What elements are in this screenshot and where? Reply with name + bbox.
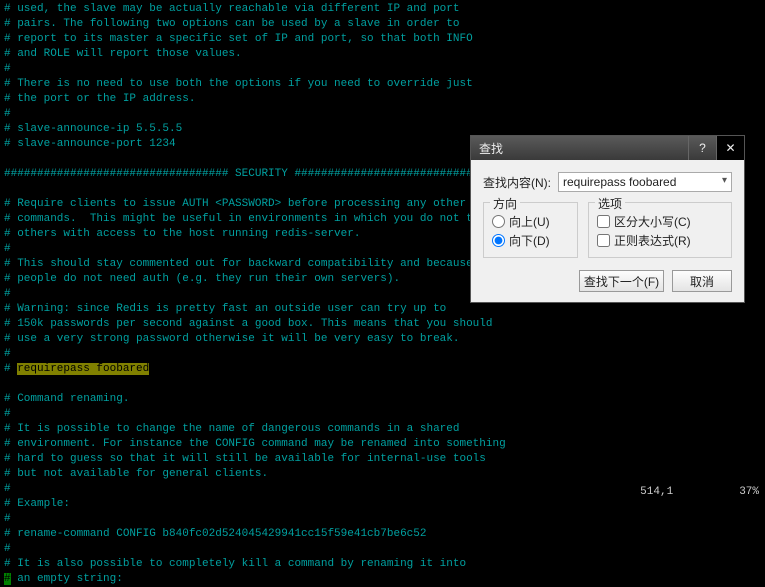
direction-group: 方向 向上(U) 向下(D) <box>483 202 578 258</box>
editor-line: # requirepass foobared <box>4 362 761 377</box>
option-regex[interactable]: 正则表达式(R) <box>597 232 723 249</box>
editor-line: # Example: <box>4 497 761 512</box>
search-input[interactable]: requirepass foobared <box>558 172 732 192</box>
dialog-titlebar[interactable]: 查找 ? ✕ <box>471 136 744 160</box>
editor-line: # Warning: since Redis is pretty fast an… <box>4 302 761 317</box>
editor-line: # environment. For instance the CONFIG c… <box>4 437 761 452</box>
editor-line: # <box>4 62 761 77</box>
find-dialog: 查找 ? ✕ 查找内容(N): requirepass foobared 方向 … <box>470 135 745 303</box>
checkbox-regex[interactable] <box>597 234 610 247</box>
options-group: 选项 区分大小写(C) 正则表达式(R) <box>588 202 732 258</box>
status-bar: 514,1 37% <box>640 486 759 498</box>
search-highlight: requirepass foobared <box>17 363 149 375</box>
editor-line: # Command renaming. <box>4 392 761 407</box>
editor-line: # used, the slave may be actually reacha… <box>4 2 761 17</box>
direction-up[interactable]: 向上(U) <box>492 213 569 230</box>
options-title: 选项 <box>595 195 625 212</box>
search-label: 查找内容(N): <box>483 174 558 191</box>
radio-down[interactable] <box>492 234 505 247</box>
direction-down[interactable]: 向下(D) <box>492 232 569 249</box>
editor-line: # <box>4 107 761 122</box>
editor-line: # the port or the IP address. <box>4 92 761 107</box>
editor-line: # <box>4 407 761 422</box>
editor-line: # There is no need to use both the optio… <box>4 77 761 92</box>
checkbox-case[interactable] <box>597 215 610 228</box>
editor-line: # rename-command CONFIG b840fc02d5240454… <box>4 527 761 542</box>
editor-line: # <box>4 347 761 362</box>
cancel-button[interactable]: 取消 <box>672 270 732 292</box>
editor-line: # pairs. The following two options can b… <box>4 17 761 32</box>
editor-line <box>4 377 761 392</box>
editor-line: # It is also possible to completely kill… <box>4 557 761 572</box>
editor-line: # 150k passwords per second against a go… <box>4 317 761 332</box>
close-button[interactable]: ✕ <box>716 136 744 160</box>
help-button[interactable]: ? <box>688 136 716 160</box>
direction-title: 方向 <box>490 195 520 212</box>
editor-line: # use a very strong password otherwise i… <box>4 332 761 347</box>
radio-up[interactable] <box>492 215 505 228</box>
editor-line: # hard to guess so that it will still be… <box>4 452 761 467</box>
editor-line: # It is possible to change the name of d… <box>4 422 761 437</box>
editor-line: # <box>4 512 761 527</box>
editor-line: # report to its master a specific set of… <box>4 32 761 47</box>
editor-line: # and ROLE will report those values. <box>4 47 761 62</box>
search-value: requirepass foobared <box>563 175 676 189</box>
editor-line: # an empty string: <box>4 572 761 587</box>
editor-line: # but not available for general clients. <box>4 467 761 482</box>
find-next-button[interactable]: 查找下一个(F) <box>579 270 664 292</box>
option-case[interactable]: 区分大小写(C) <box>597 213 723 230</box>
editor-line: # <box>4 542 761 557</box>
dialog-title: 查找 <box>479 140 688 157</box>
